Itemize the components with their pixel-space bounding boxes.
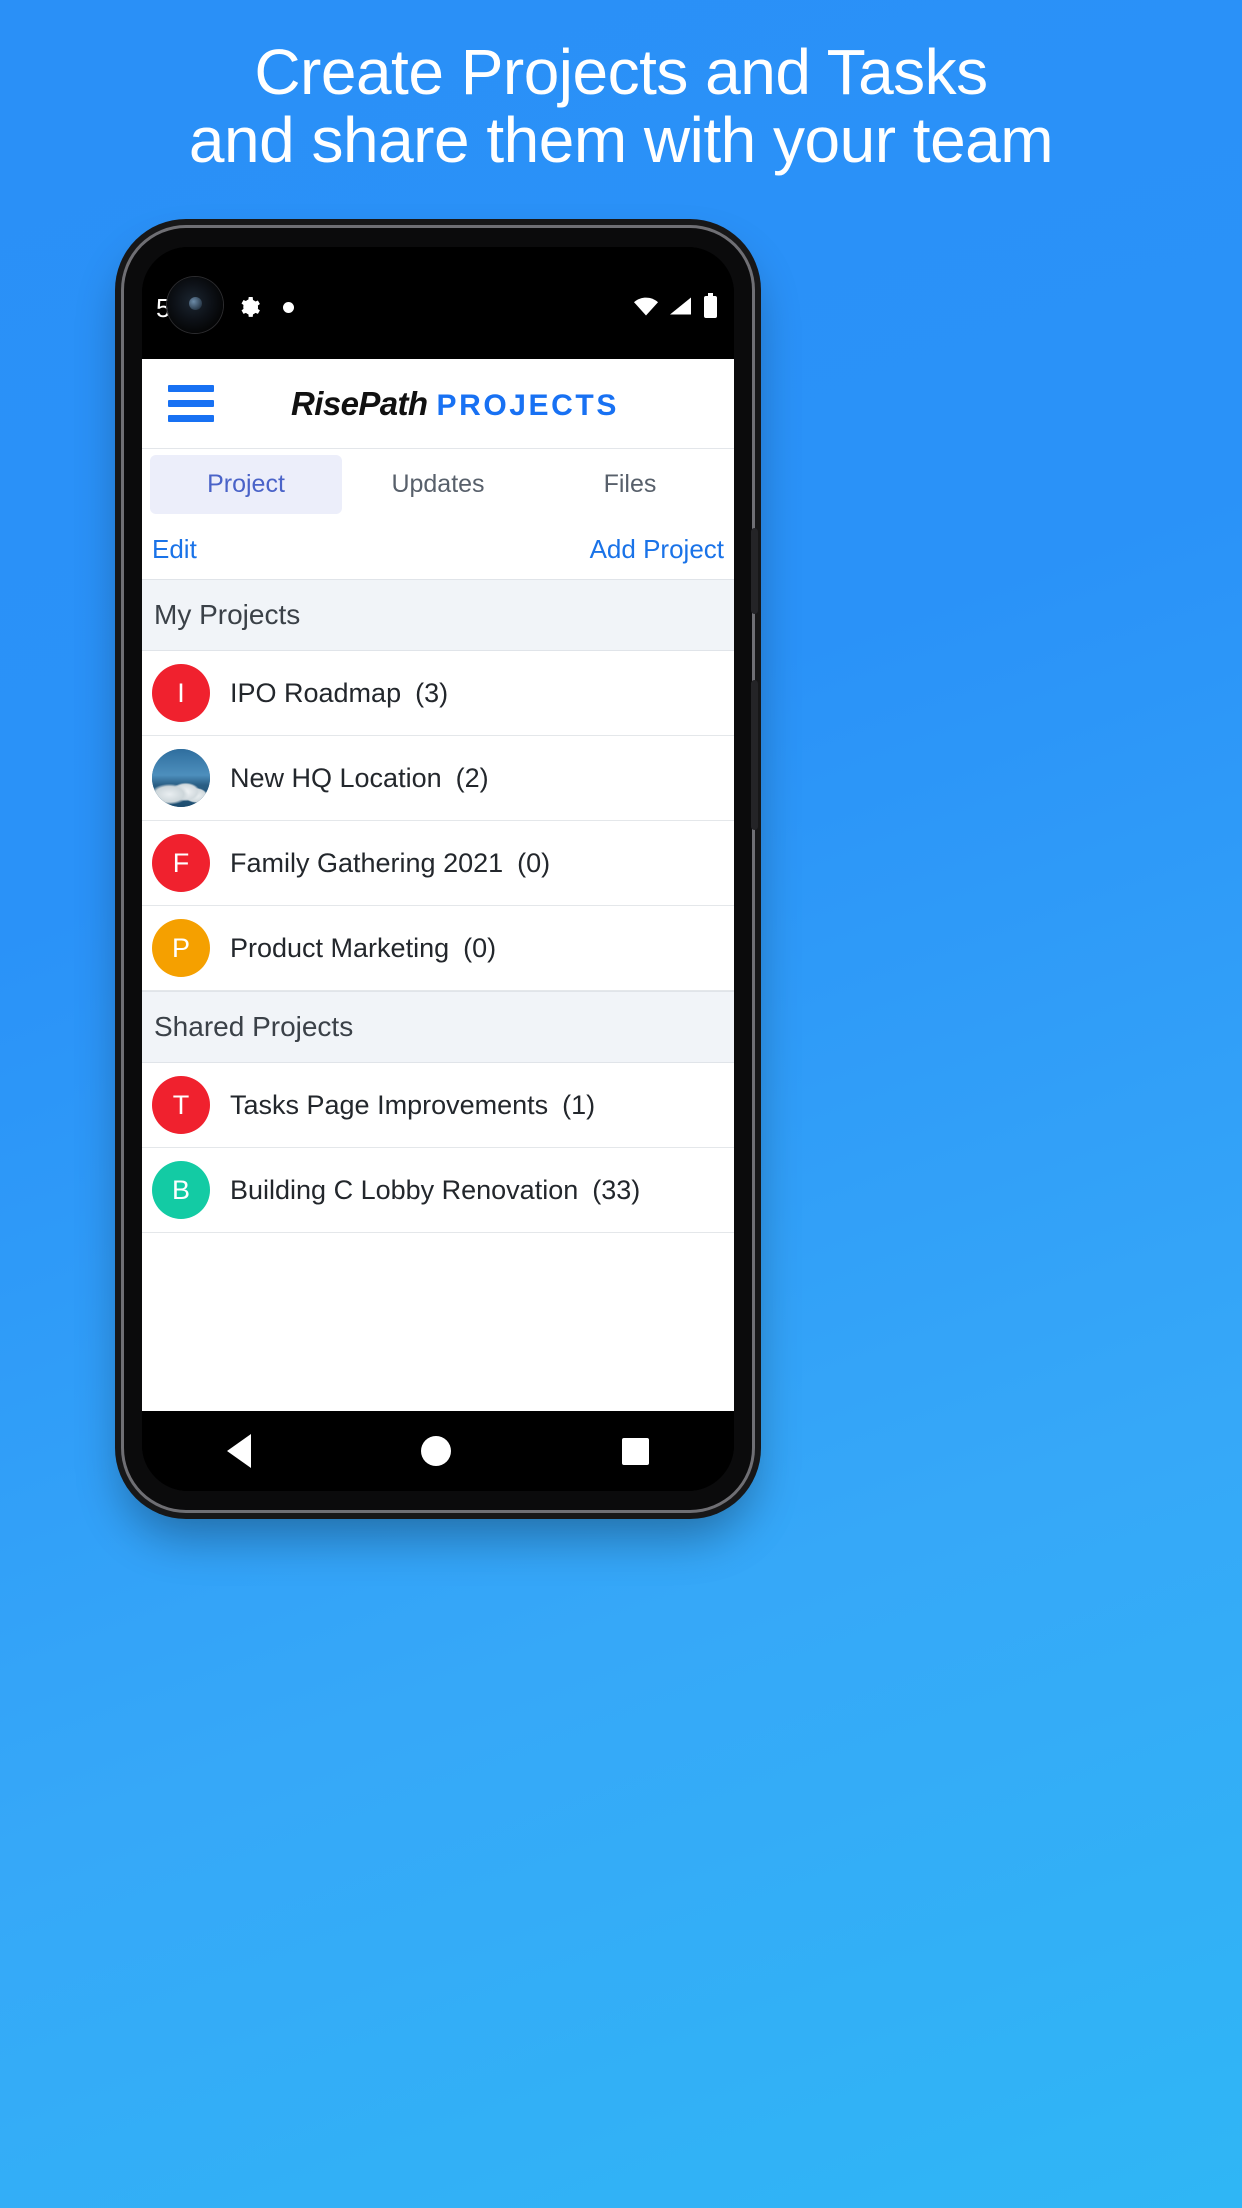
section-header-shared-projects: Shared Projects [142,991,734,1063]
project-title: Product Marketing [230,932,450,963]
tab-project[interactable]: Project [150,454,342,514]
avatar-letter: T [172,1089,190,1120]
tab-updates[interactable]: Updates [342,455,534,514]
camera-lens-glint [189,297,202,310]
list-item[interactable]: New HQ Location (2) [142,736,734,821]
promo-headline: Create Projects and Tasks and share them… [0,38,1242,175]
avatar: B [152,1161,210,1219]
signal-icon [670,297,691,315]
phone-screen: 5 RisePath PROJECTS Project Updates File… [142,247,734,1491]
project-task-count: (33) [592,1174,641,1205]
edit-button[interactable]: Edit [152,534,197,565]
status-right-icons [633,293,718,319]
hamburger-bar [168,385,214,392]
list-item[interactable]: T Tasks Page Improvements (1) [142,1063,734,1148]
hamburger-bar [168,400,214,407]
tab-bar: Project Updates Files [142,449,734,519]
add-project-button[interactable]: Add Project [590,534,724,565]
android-nav-bar [142,1411,734,1491]
gear-icon [241,297,260,317]
back-triangle-icon[interactable] [227,1434,252,1468]
headline-line-2: and share them with your team [188,104,1054,177]
project-title: IPO Roadmap [230,677,402,708]
phone-power-button[interactable] [751,528,758,614]
dot-indicator-icon [283,301,294,313]
status-bar: 5 [142,247,734,359]
action-row: Edit Add Project [142,519,734,579]
list-item[interactable]: B Building C Lobby Renovation (33) [142,1148,734,1233]
project-title: Building C Lobby Renovation [230,1174,579,1205]
headline-line-1: Create Projects and Tasks [254,36,988,108]
avatar [152,749,210,807]
phone-volume-button[interactable] [751,680,758,830]
avatar: T [152,1076,210,1134]
battery-icon [704,293,717,318]
avatar-letter: F [172,847,190,878]
logo-secondary-text: PROJECTS [436,388,619,422]
tab-files[interactable]: Files [534,455,726,514]
app-logo: RisePath PROJECTS [214,385,734,423]
project-title: Tasks Page Improvements [230,1089,549,1120]
hamburger-bar [168,415,214,422]
list-item[interactable]: F Family Gathering 2021 (0) [142,821,734,906]
avatar: P [152,919,210,977]
app-bar: RisePath PROJECTS [142,359,734,449]
list-item[interactable]: I IPO Roadmap (3) [142,651,734,736]
avatar: I [152,664,210,722]
project-task-count: (0) [517,847,551,878]
project-list: My Projects I IPO Roadmap (3) New HQ Loc… [142,579,734,1411]
logo-primary-text: RisePath [291,384,428,422]
project-title: Family Gathering 2021 [230,847,504,878]
avatar-letter: B [171,1174,190,1205]
hamburger-menu-icon[interactable] [168,385,214,422]
status-left-icons [237,295,294,319]
avatar-letter: P [171,932,190,963]
project-task-count: (1) [562,1089,596,1120]
phone-mockup: 5 RisePath PROJECTS Project Updates File… [124,228,758,1510]
project-task-count: (3) [415,677,449,708]
home-circle-icon[interactable] [421,1436,452,1466]
recent-square-icon[interactable] [621,1437,649,1465]
avatar: F [152,834,210,892]
project-task-count: (2) [455,762,489,793]
project-task-count: (0) [463,932,497,963]
wifi-icon [634,297,658,316]
camera-punch-hole [167,277,223,333]
project-title: New HQ Location [230,762,442,793]
section-header-my-projects: My Projects [142,579,734,651]
list-item[interactable]: P Product Marketing (0) [142,906,734,991]
opera-house-photo-icon [152,749,210,807]
avatar-letter: I [177,677,185,708]
